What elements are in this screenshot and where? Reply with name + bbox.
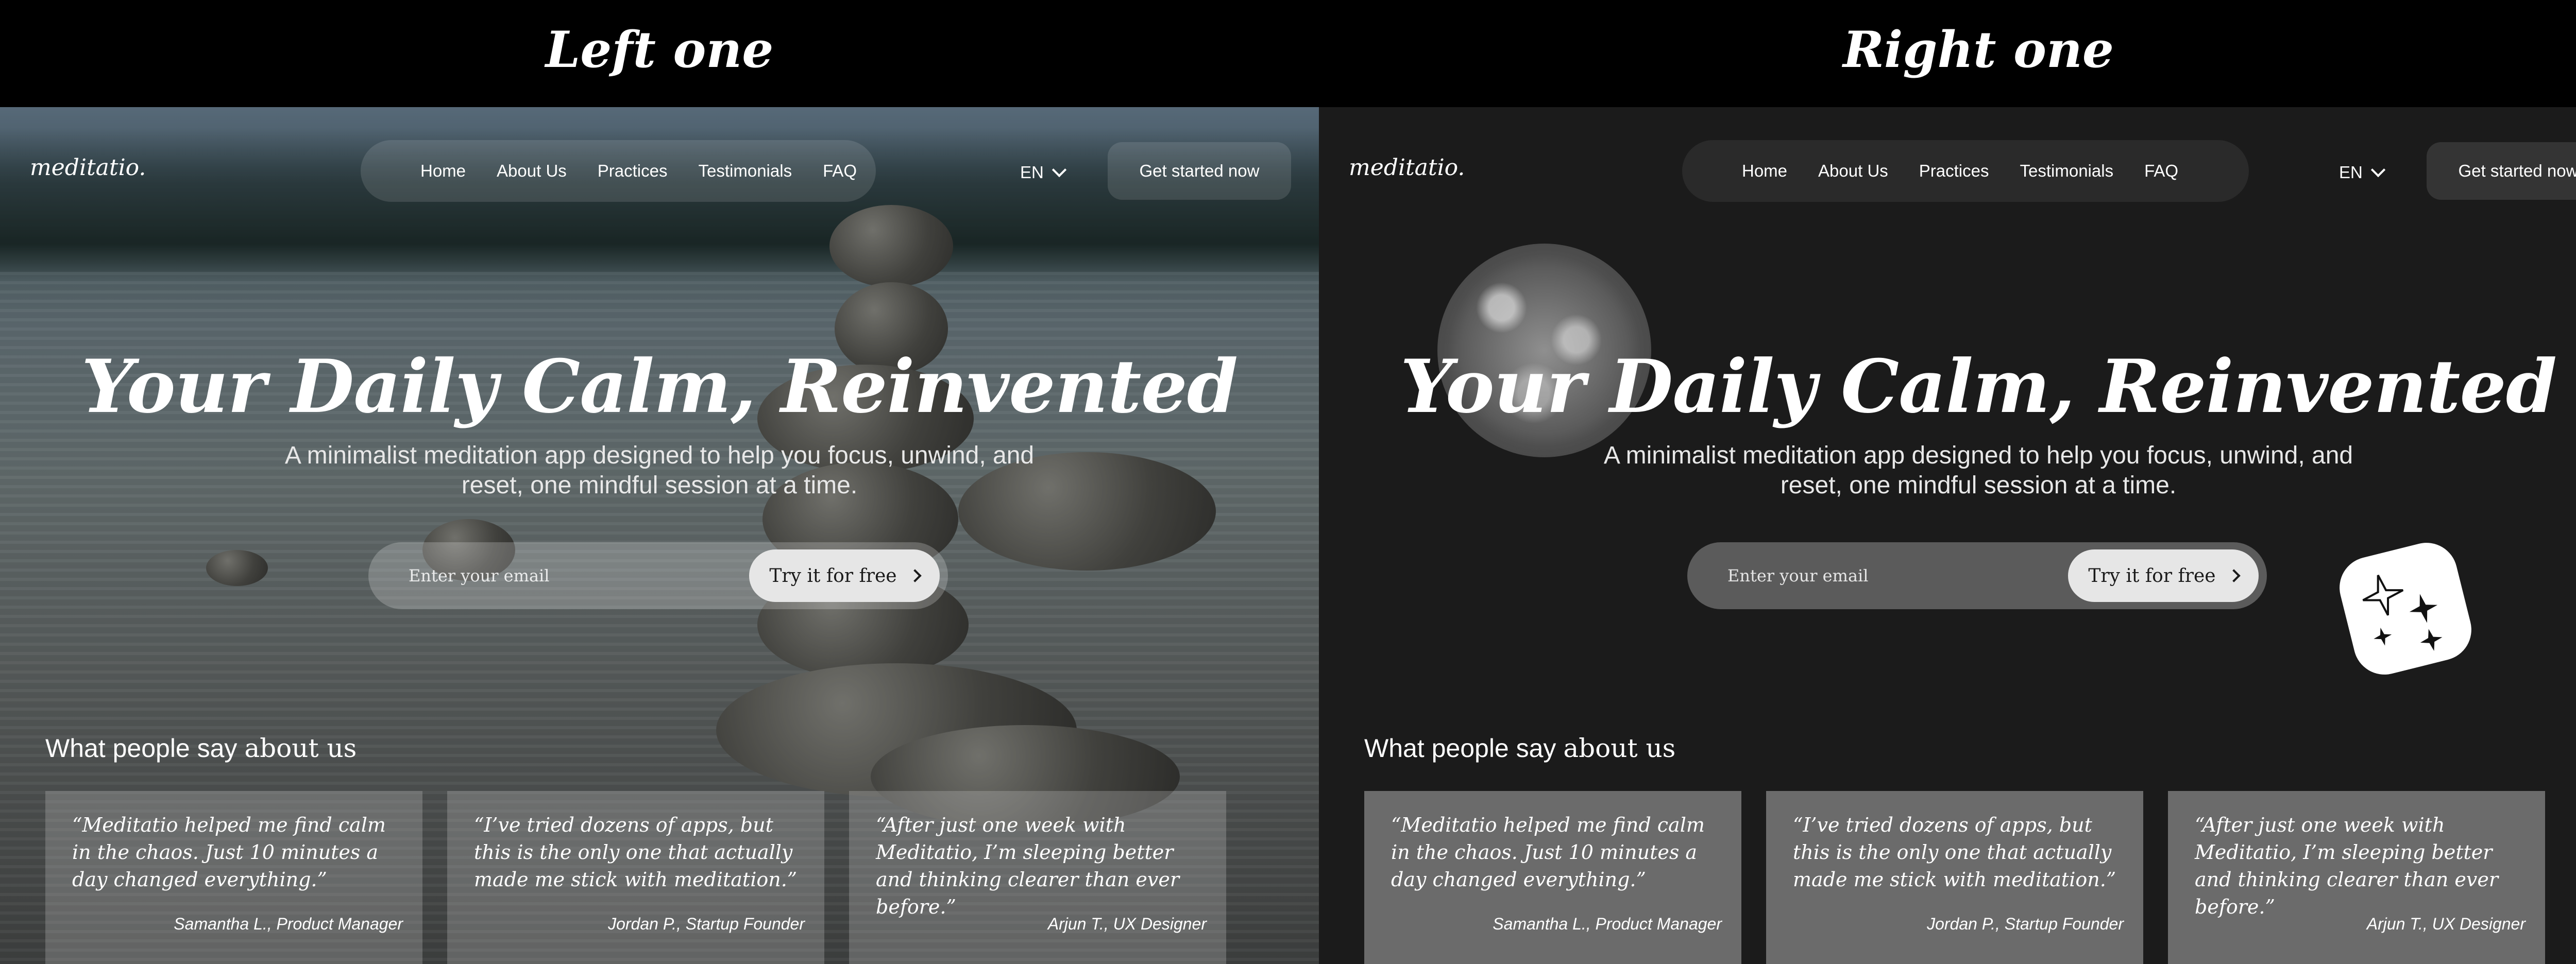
logo[interactable]: meditatio. <box>1349 154 1465 181</box>
nav-practices[interactable]: Practices <box>1919 161 1989 181</box>
nav-bar: Home About Us Practices Testimonials FAQ <box>361 140 876 202</box>
testimonial-quote: “Meditatio helped me find calm in the ch… <box>1391 814 1705 891</box>
hero-subtitle: A minimalist meditation app designed to … <box>1566 441 2391 501</box>
chevron-right-icon <box>908 569 922 582</box>
hero-subtitle-line: A minimalist meditation app designed to … <box>284 442 1035 469</box>
testimonial-card: “After just one week with Meditatio, I’m… <box>2168 791 2545 964</box>
testimonials-title-prefix: What people say <box>45 734 238 763</box>
testimonial-quote: “I’ve tried dozens of apps, but this is … <box>474 814 798 891</box>
testimonial-card: “I’ve tried dozens of apps, but this is … <box>1766 791 2143 964</box>
language-selector[interactable]: EN <box>2339 162 2385 182</box>
nav-bar: Home About Us Practices Testimonials FAQ <box>1682 140 2249 202</box>
hero-subtitle: A minimalist meditation app designed to … <box>247 441 1072 501</box>
nav-testimonials[interactable]: Testimonials <box>2020 161 2114 181</box>
nav-faq[interactable]: FAQ <box>823 161 857 181</box>
chevron-right-icon <box>2227 569 2241 582</box>
email-input[interactable] <box>408 565 719 586</box>
testimonial-author: Samantha L., Product Manager <box>174 915 403 933</box>
chevron-down-icon <box>2370 162 2385 178</box>
testimonial-card: “Meditatio helped me find calm in the ch… <box>1364 791 1741 964</box>
chevron-down-icon <box>1052 162 1066 178</box>
testimonial-quote: “I’ve tried dozens of apps, but this is … <box>1793 814 2116 891</box>
testimonials-title-suffix: about us <box>244 733 357 763</box>
testimonial-author: Jordan P., Startup Founder <box>1927 915 2124 933</box>
hero-title: Your Daily Calm, Reinvented <box>81 344 1238 429</box>
nav-about-us[interactable]: About Us <box>1818 161 1888 181</box>
testimonial-author: Arjun T., UX Designer <box>2366 915 2526 933</box>
right-title: Right one <box>1843 21 2114 79</box>
nav-home[interactable]: Home <box>420 161 466 181</box>
testimonials-title: What people say about us <box>45 733 357 763</box>
email-input[interactable] <box>1726 565 2038 586</box>
testimonial-card: “I’ve tried dozens of apps, but this is … <box>447 791 824 964</box>
left-title: Left one <box>545 21 774 79</box>
testimonial-author: Jordan P., Startup Founder <box>608 915 805 933</box>
email-signup: Try it for free <box>368 542 948 609</box>
try-free-label: Try it for free <box>2088 565 2216 587</box>
comparison-header: Left one Right one <box>0 0 2576 107</box>
nav-faq[interactable]: FAQ <box>2144 161 2178 181</box>
testimonials-title-prefix: What people say <box>1364 734 1556 763</box>
hero-subtitle-line: A minimalist meditation app designed to … <box>1603 442 2353 469</box>
testimonial-card: “Meditatio helped me find calm in the ch… <box>45 791 422 964</box>
language-label: EN <box>1020 163 1044 182</box>
testimonial-card: “After just one week with Meditatio, I’m… <box>849 791 1226 964</box>
left-variant: meditatio. Home About Us Practices Testi… <box>0 107 1319 964</box>
right-variant: meditatio. Home About Us Practices Testi… <box>1319 107 2576 964</box>
nav-testimonials[interactable]: Testimonials <box>699 161 792 181</box>
logo[interactable]: meditatio. <box>30 154 146 181</box>
hero-subtitle-line: reset, one mindful session at a time. <box>1780 472 2177 499</box>
get-started-button[interactable]: Get started now <box>2427 142 2576 200</box>
hero-title: Your Daily Calm, Reinvented <box>1400 344 2557 429</box>
nav-practices[interactable]: Practices <box>598 161 668 181</box>
try-free-button[interactable]: Try it for free <box>2068 549 2259 602</box>
try-free-label: Try it for free <box>769 565 897 587</box>
testimonials-title: What people say about us <box>1364 733 1675 763</box>
testimonial-author: Arjun T., UX Designer <box>1047 915 1207 933</box>
try-free-button[interactable]: Try it for free <box>749 549 940 602</box>
email-signup: Try it for free <box>1687 542 2267 609</box>
testimonial-quote: “Meditatio helped me find calm in the ch… <box>72 814 386 891</box>
testimonial-quote: “After just one week with Meditatio, I’m… <box>876 814 1179 918</box>
testimonial-author: Samantha L., Product Manager <box>1493 915 1722 933</box>
nav-home[interactable]: Home <box>1742 161 1787 181</box>
testimonial-quote: “After just one week with Meditatio, I’m… <box>2195 814 2498 918</box>
language-selector[interactable]: EN <box>1020 162 1066 182</box>
hero-subtitle-line: reset, one mindful session at a time. <box>461 472 858 499</box>
testimonials-title-suffix: about us <box>1563 733 1676 763</box>
get-started-button[interactable]: Get started now <box>1108 142 1291 200</box>
sparkles-icon <box>2333 536 2478 681</box>
nav-about-us[interactable]: About Us <box>497 161 567 181</box>
language-label: EN <box>2339 163 2363 182</box>
